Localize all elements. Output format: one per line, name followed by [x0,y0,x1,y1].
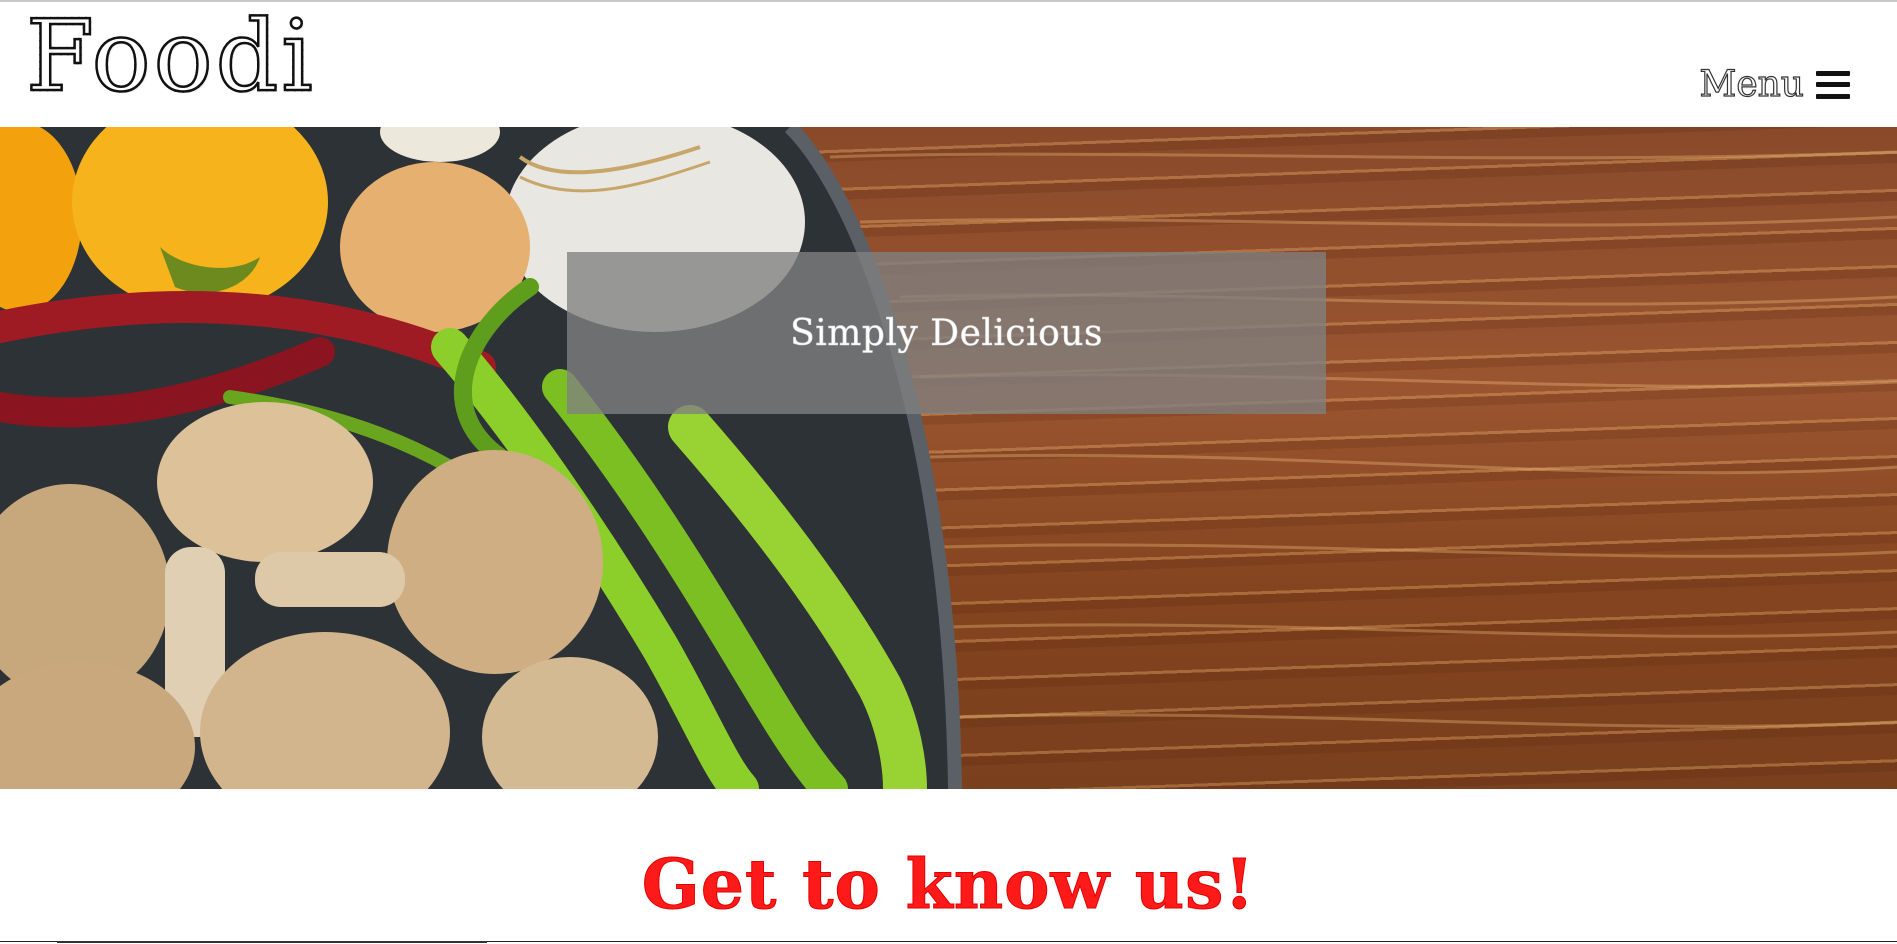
vegetables-photo [0,127,1897,789]
hamburger-menu-icon[interactable] [1816,70,1850,99]
hero-caption-box: Simply Delicious [567,252,1326,414]
hero-banner: Simply Delicious [0,127,1897,789]
site-logo[interactable]: Foodi [25,7,316,108]
menu-label[interactable]: Menu [1699,63,1805,105]
menu-toggle-button[interactable]: Menu [1699,63,1850,106]
bottom-divider-accent [57,941,487,943]
site-header: Foodi Menu [0,2,1897,127]
section-heading: Get to know us! [641,845,1256,926]
hero-title: Simply Delicious [790,312,1103,354]
